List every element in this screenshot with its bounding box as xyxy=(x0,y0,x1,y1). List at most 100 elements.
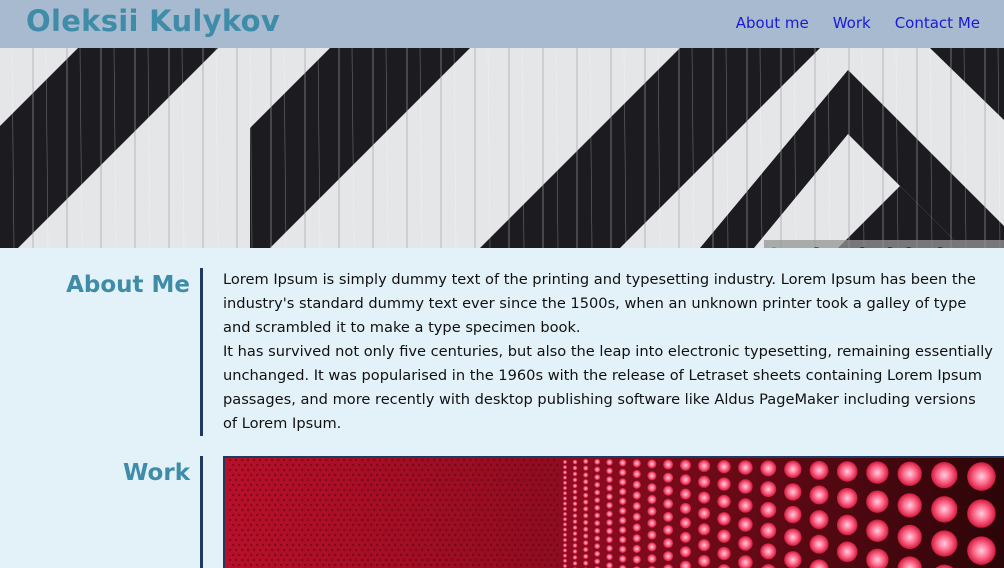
led-texture-dot xyxy=(517,498,520,502)
led-texture-dot xyxy=(253,478,256,482)
led-texture-dot xyxy=(295,508,298,512)
led-texture-dot xyxy=(514,533,517,537)
led-dot xyxy=(717,512,731,526)
led-texture-dot xyxy=(439,478,442,482)
led-texture-dot xyxy=(514,563,517,567)
led-texture-dot xyxy=(514,483,517,487)
brand-title[interactable]: Oleksii Kulykov xyxy=(26,4,280,38)
led-texture-dot xyxy=(520,553,523,557)
led-texture-dot xyxy=(451,498,454,502)
led-texture-dot xyxy=(364,503,367,507)
led-texture-dot xyxy=(337,458,340,462)
led-texture-dot xyxy=(397,508,400,512)
led-dot xyxy=(606,510,613,518)
led-texture-dot xyxy=(523,518,526,522)
led-texture-dot xyxy=(244,483,247,487)
led-texture-dot xyxy=(409,518,412,522)
led-texture-dot xyxy=(481,458,484,462)
led-texture-dot xyxy=(547,468,550,472)
led-texture-dot xyxy=(550,463,553,467)
led-texture-dot xyxy=(490,523,493,527)
led-texture-dot xyxy=(427,518,430,522)
led-dot xyxy=(967,499,996,528)
led-texture-dot xyxy=(328,533,331,537)
led-dot xyxy=(679,459,692,471)
led-texture-dot xyxy=(418,483,421,487)
led-texture-dot xyxy=(376,513,379,517)
led-texture-dot xyxy=(286,523,289,527)
led-texture-dot xyxy=(250,533,253,537)
led-texture-dot xyxy=(523,488,526,492)
led-texture-dot xyxy=(295,498,298,502)
led-texture-dot xyxy=(352,503,355,507)
led-dot xyxy=(618,507,627,515)
led-texture-dot xyxy=(349,478,352,482)
led-texture-dot xyxy=(232,493,235,497)
led-texture-dot xyxy=(361,528,364,532)
led-texture-dot xyxy=(502,503,505,507)
led-dot xyxy=(784,528,802,546)
led-texture-dot xyxy=(538,473,541,477)
led-dot xyxy=(606,519,613,526)
led-texture-dot xyxy=(550,563,553,567)
led-texture-dot xyxy=(268,543,271,547)
led-texture-dot xyxy=(370,543,373,547)
nav-link-contact[interactable]: Contact Me xyxy=(895,14,980,32)
led-texture-dot xyxy=(259,528,262,532)
led-texture-dot xyxy=(511,458,514,462)
led-texture-dot xyxy=(481,468,484,472)
led-texture-dot xyxy=(415,518,418,522)
led-texture-dot xyxy=(289,458,292,462)
led-texture-dot xyxy=(277,518,280,522)
led-texture-dot xyxy=(343,508,346,512)
led-texture-dot xyxy=(451,538,454,542)
led-texture-dot xyxy=(427,538,430,542)
led-texture-dot xyxy=(298,553,301,557)
led-texture-dot xyxy=(415,498,418,502)
led-texture-dot xyxy=(445,538,448,542)
led-texture-dot xyxy=(253,508,256,512)
led-texture-dot xyxy=(547,488,550,492)
led-texture-dot xyxy=(298,473,301,477)
led-texture-dot xyxy=(469,558,472,562)
nav-link-work[interactable]: Work xyxy=(833,14,871,32)
led-texture-dot xyxy=(289,488,292,492)
led-texture-dot xyxy=(280,473,283,477)
led-texture-dot xyxy=(298,493,301,497)
led-texture-dot xyxy=(430,493,433,497)
led-dot xyxy=(760,460,777,477)
led-texture-dot xyxy=(286,483,289,487)
led-texture-dot xyxy=(283,558,286,562)
led-texture-dot xyxy=(352,533,355,537)
led-texture-dot xyxy=(232,543,235,547)
led-dot xyxy=(967,462,996,491)
led-texture-dot xyxy=(412,553,415,557)
led-texture-dot xyxy=(364,563,367,567)
led-texture-dot xyxy=(301,488,304,492)
led-texture-dot xyxy=(361,458,364,462)
led-texture-dot xyxy=(394,543,397,547)
led-texture-dot xyxy=(481,548,484,552)
led-texture-dot xyxy=(457,518,460,522)
led-texture-dot xyxy=(436,463,439,467)
led-texture-dot xyxy=(406,473,409,477)
led-texture-dot xyxy=(526,543,529,547)
led-texture-dot xyxy=(493,478,496,482)
led-texture-dot xyxy=(478,533,481,537)
led-texture-dot xyxy=(361,548,364,552)
led-texture-dot xyxy=(289,478,292,482)
led-texture-dot xyxy=(241,518,244,522)
led-texture-dot xyxy=(556,533,559,537)
led-texture-dot xyxy=(424,503,427,507)
nav-link-about[interactable]: About me xyxy=(736,14,809,32)
led-texture-dot xyxy=(238,553,241,557)
led-texture-dot xyxy=(340,543,343,547)
led-texture-dot xyxy=(472,463,475,467)
led-dot xyxy=(632,534,641,543)
led-texture-dot xyxy=(379,468,382,472)
led-texture-dot xyxy=(331,528,334,532)
led-texture-dot xyxy=(289,528,292,532)
led-texture-dot xyxy=(454,493,457,497)
led-texture-dot xyxy=(505,548,508,552)
led-texture-dot xyxy=(496,543,499,547)
